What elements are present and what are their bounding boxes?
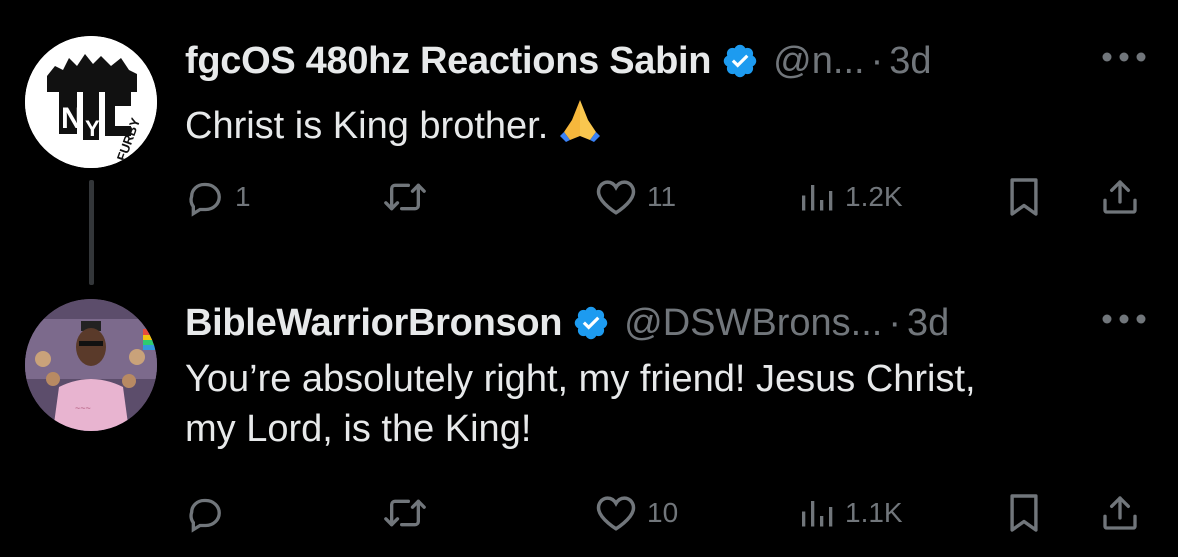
handle[interactable]: @n... <box>773 40 864 83</box>
heart-icon <box>596 496 636 531</box>
svg-text:N: N <box>61 102 83 135</box>
share-icon <box>1103 496 1137 530</box>
views-chart-icon <box>802 185 833 211</box>
svg-text:~~~: ~~~ <box>75 403 91 413</box>
retweet-button[interactable] <box>383 488 437 538</box>
separator-dot: · <box>870 39 884 82</box>
bookmark-icon <box>1010 494 1038 532</box>
timestamp[interactable]: 3d <box>907 302 949 345</box>
reply-icon <box>189 182 221 217</box>
views-chart-icon <box>802 501 833 527</box>
retweet-button[interactable] <box>383 172 437 222</box>
reply-icon <box>189 498 221 533</box>
action-bar: 10 1.1K <box>185 488 1150 538</box>
bookmark-button[interactable] <box>1007 488 1041 538</box>
tweet[interactable]: N Y FURBY fgcOS 480hz Reactions Sabin @n… <box>0 0 1178 285</box>
timestamp[interactable]: 3d <box>889 40 931 83</box>
more-options-icon[interactable] <box>1100 312 1148 326</box>
action-bar: 1 11 1.2K <box>185 172 1150 222</box>
like-count: 11 <box>647 181 677 212</box>
views-button[interactable]: 1.2K <box>799 172 903 222</box>
bookmark-icon <box>1010 178 1038 216</box>
bookmark-button[interactable] <box>1007 172 1041 222</box>
more-options-icon[interactable] <box>1100 50 1148 64</box>
share-button[interactable] <box>1100 172 1140 222</box>
tweet-text-line: my Lord, is the King! <box>185 408 532 450</box>
tweet-header: fgcOS 480hz Reactions Sabin @n... · 3d <box>185 32 1138 90</box>
reply-count: 1 <box>235 181 251 212</box>
reply-button[interactable]: 1 <box>185 172 251 222</box>
reply-button[interactable] <box>185 488 235 538</box>
view-count: 1.2K <box>845 181 903 212</box>
illustrated-person-avatar-icon: ~~~ <box>25 299 157 431</box>
avatar[interactable]: ~~~ <box>25 299 157 431</box>
view-count: 1.1K <box>845 497 903 528</box>
avatar[interactable]: N Y FURBY <box>25 36 157 168</box>
retweet-icon <box>384 499 426 527</box>
tweet-text-content: Christ is King brother. <box>185 105 549 147</box>
tweet-text: You’re absolutely right, my friend! Jesu… <box>185 354 1138 454</box>
nyc-logo-icon: N Y FURBY <box>25 36 157 168</box>
verified-badge-icon <box>723 44 757 78</box>
svg-text:Y: Y <box>85 116 100 141</box>
heart-icon <box>596 180 636 215</box>
tweet-text: Christ is King brother. <box>185 96 1138 151</box>
share-icon <box>1103 180 1137 214</box>
handle[interactable]: @DSWBrons... <box>624 302 882 345</box>
display-name[interactable]: fgcOS 480hz Reactions Sabin <box>185 40 711 83</box>
display-name[interactable]: BibleWarriorBronson <box>185 302 562 345</box>
tweet-header: BibleWarriorBronson @DSWBrons... · 3d <box>185 294 1138 352</box>
folded-hands-icon <box>560 100 601 142</box>
share-button[interactable] <box>1100 488 1140 538</box>
like-count: 10 <box>647 497 679 528</box>
separator-dot: · <box>888 301 901 344</box>
like-button[interactable]: 11 <box>595 172 676 222</box>
verified-badge-icon <box>574 306 608 340</box>
tweet-text-line: You’re absolutely right, my friend! Jesu… <box>185 358 976 400</box>
tweet[interactable]: ~~~ BibleWarriorBronson @DSWBrons... · 3… <box>0 270 1178 557</box>
like-button[interactable]: 10 <box>595 488 678 538</box>
retweet-icon <box>384 183 426 211</box>
views-button[interactable]: 1.1K <box>799 488 903 538</box>
